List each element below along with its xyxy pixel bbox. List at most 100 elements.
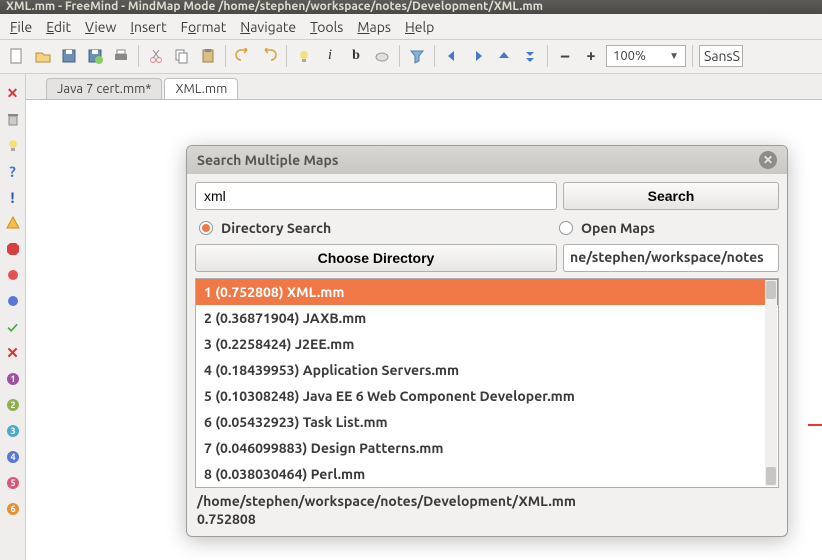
window-title: XML.mm - FreeMind - MindMap Mode /home/s… <box>0 0 822 14</box>
svg-text:4: 4 <box>10 452 15 462</box>
priority-5-icon[interactable]: 5 <box>4 474 22 492</box>
dialog-title-text: Search Multiple Maps <box>197 152 339 168</box>
cut-icon[interactable] <box>145 45 167 67</box>
undo-icon[interactable] <box>232 45 254 67</box>
priority-6-icon[interactable]: 6 <box>4 500 22 518</box>
font-combo[interactable]: SansS <box>699 45 743 67</box>
scrollbar[interactable] <box>765 280 777 486</box>
menubar: File Edit View Insert Format Navigate To… <box>0 14 822 40</box>
radio-label: Open Maps <box>581 220 655 236</box>
result-item[interactable]: 8 (0.038030464) Perl.mm <box>196 461 778 487</box>
paste-icon[interactable] <box>197 45 219 67</box>
red-dot-icon[interactable] <box>4 266 22 284</box>
bulb-icon[interactable] <box>293 45 315 67</box>
result-item[interactable]: 7 (0.046099883) Design Patterns.mm <box>196 435 778 461</box>
remove-x-icon[interactable]: ✕ <box>4 84 22 102</box>
nav-down-icon[interactable] <box>519 45 541 67</box>
open-icon[interactable] <box>32 45 54 67</box>
print-icon[interactable] <box>110 45 132 67</box>
radio-unchecked-icon <box>559 221 573 235</box>
tab-xml[interactable]: XML.mm <box>164 78 238 99</box>
svg-text:1: 1 <box>10 374 15 384</box>
menu-format[interactable]: Format <box>175 17 233 37</box>
radio-open-maps[interactable]: Open Maps <box>559 220 775 236</box>
menu-help[interactable]: Help <box>399 17 440 37</box>
menu-insert[interactable]: Insert <box>124 17 172 37</box>
blue-dot-icon[interactable] <box>4 292 22 310</box>
document-tabs: Java 7 cert.mm* XML.mm <box>26 74 822 100</box>
important-icon[interactable]: ! <box>4 188 22 206</box>
copy-icon[interactable] <box>171 45 193 67</box>
zoom-combo[interactable]: 100% ▼ <box>606 45 686 67</box>
priority-1-icon[interactable]: 1 <box>4 370 22 388</box>
toolbar: i b − + 100% ▼ SansS <box>0 40 822 74</box>
nav-right-icon[interactable] <box>467 45 489 67</box>
result-item[interactable]: 3 (0.2258424) J2EE.mm <box>196 331 778 357</box>
radio-label: Directory Search <box>221 220 331 236</box>
stop-icon[interactable] <box>4 240 22 258</box>
warning-icon[interactable] <box>4 214 22 232</box>
result-item[interactable]: 6 (0.05432923) Task List.mm <box>196 409 778 435</box>
save-icon[interactable] <box>58 45 80 67</box>
priority-2-icon[interactable]: 2 <box>4 396 22 414</box>
redo-icon[interactable] <box>258 45 280 67</box>
close-icon[interactable]: ✕ <box>759 151 777 169</box>
svg-text:5: 5 <box>10 478 15 488</box>
check-icon[interactable]: ✓ <box>4 318 22 336</box>
menu-view[interactable]: View <box>79 17 122 37</box>
new-icon[interactable] <box>6 45 28 67</box>
separator <box>399 45 400 67</box>
svg-text:2: 2 <box>10 400 15 410</box>
menu-navigate[interactable]: Navigate <box>234 17 302 37</box>
cancel-icon[interactable]: ✕ <box>4 344 22 362</box>
tab-java7cert[interactable]: Java 7 cert.mm* <box>46 78 162 99</box>
help-icon[interactable]: ? <box>4 162 22 180</box>
trash-icon[interactable] <box>4 110 22 128</box>
separator <box>286 45 287 67</box>
separator <box>225 45 226 67</box>
svg-text:3: 3 <box>10 426 15 436</box>
cloud-icon[interactable] <box>371 45 393 67</box>
search-multiple-maps-dialog: Search Multiple Maps ✕ Search Directory … <box>186 145 788 537</box>
svg-text:6: 6 <box>10 504 15 514</box>
idea-icon[interactable] <box>4 136 22 154</box>
menu-file[interactable]: File <box>4 17 38 37</box>
separator <box>434 45 435 67</box>
filter-icon[interactable] <box>406 45 428 67</box>
choose-directory-button[interactable]: Choose Directory <box>195 244 557 272</box>
icon-sidebar: ✕ ? ! ✓ ✕ 1 2 3 4 5 6 <box>0 74 26 560</box>
zoom-out-icon[interactable]: − <box>554 45 576 67</box>
status-path: /home/stephen/workspace/notes/Developmen… <box>197 492 777 510</box>
nav-left-icon[interactable] <box>441 45 463 67</box>
zoom-value: 100% <box>613 49 646 63</box>
priority-3-icon[interactable]: 3 <box>4 422 22 440</box>
results-list: 1 (0.752808) XML.mm 2 (0.36871904) JAXB.… <box>195 278 779 488</box>
chevron-down-icon: ▼ <box>669 50 679 62</box>
radio-directory-search[interactable]: Directory Search <box>199 220 553 236</box>
status-score: 0.752808 <box>197 510 777 528</box>
bold-icon[interactable]: b <box>345 45 367 67</box>
zoom-in-icon[interactable]: + <box>580 45 602 67</box>
search-button[interactable]: Search <box>563 182 779 210</box>
scroll-thumb-icon <box>766 281 776 299</box>
separator <box>138 45 139 67</box>
node-edge-indicator <box>808 424 822 430</box>
result-item[interactable]: 5 (0.10308248) Java EE 6 Web Component D… <box>196 383 778 409</box>
italic-icon[interactable]: i <box>319 45 341 67</box>
directory-path-field[interactable]: ne/stephen/workspace/notes <box>563 244 779 272</box>
saveas-icon[interactable] <box>84 45 106 67</box>
search-input[interactable] <box>195 182 557 210</box>
radio-checked-icon <box>199 221 213 235</box>
menu-maps[interactable]: Maps <box>351 17 397 37</box>
priority-4-icon[interactable]: 4 <box>4 448 22 466</box>
result-item[interactable]: 4 (0.18439953) Application Servers.mm <box>196 357 778 383</box>
separator <box>547 45 548 67</box>
result-item[interactable]: 2 (0.36871904) JAXB.mm <box>196 305 778 331</box>
menu-edit[interactable]: Edit <box>40 17 77 37</box>
nav-up-icon[interactable] <box>493 45 515 67</box>
separator <box>692 45 693 67</box>
result-item[interactable]: 1 (0.752808) XML.mm <box>196 279 778 305</box>
dialog-titlebar[interactable]: Search Multiple Maps ✕ <box>187 146 787 174</box>
menu-tools[interactable]: Tools <box>304 17 349 37</box>
status-text: /home/stephen/workspace/notes/Developmen… <box>195 488 779 528</box>
